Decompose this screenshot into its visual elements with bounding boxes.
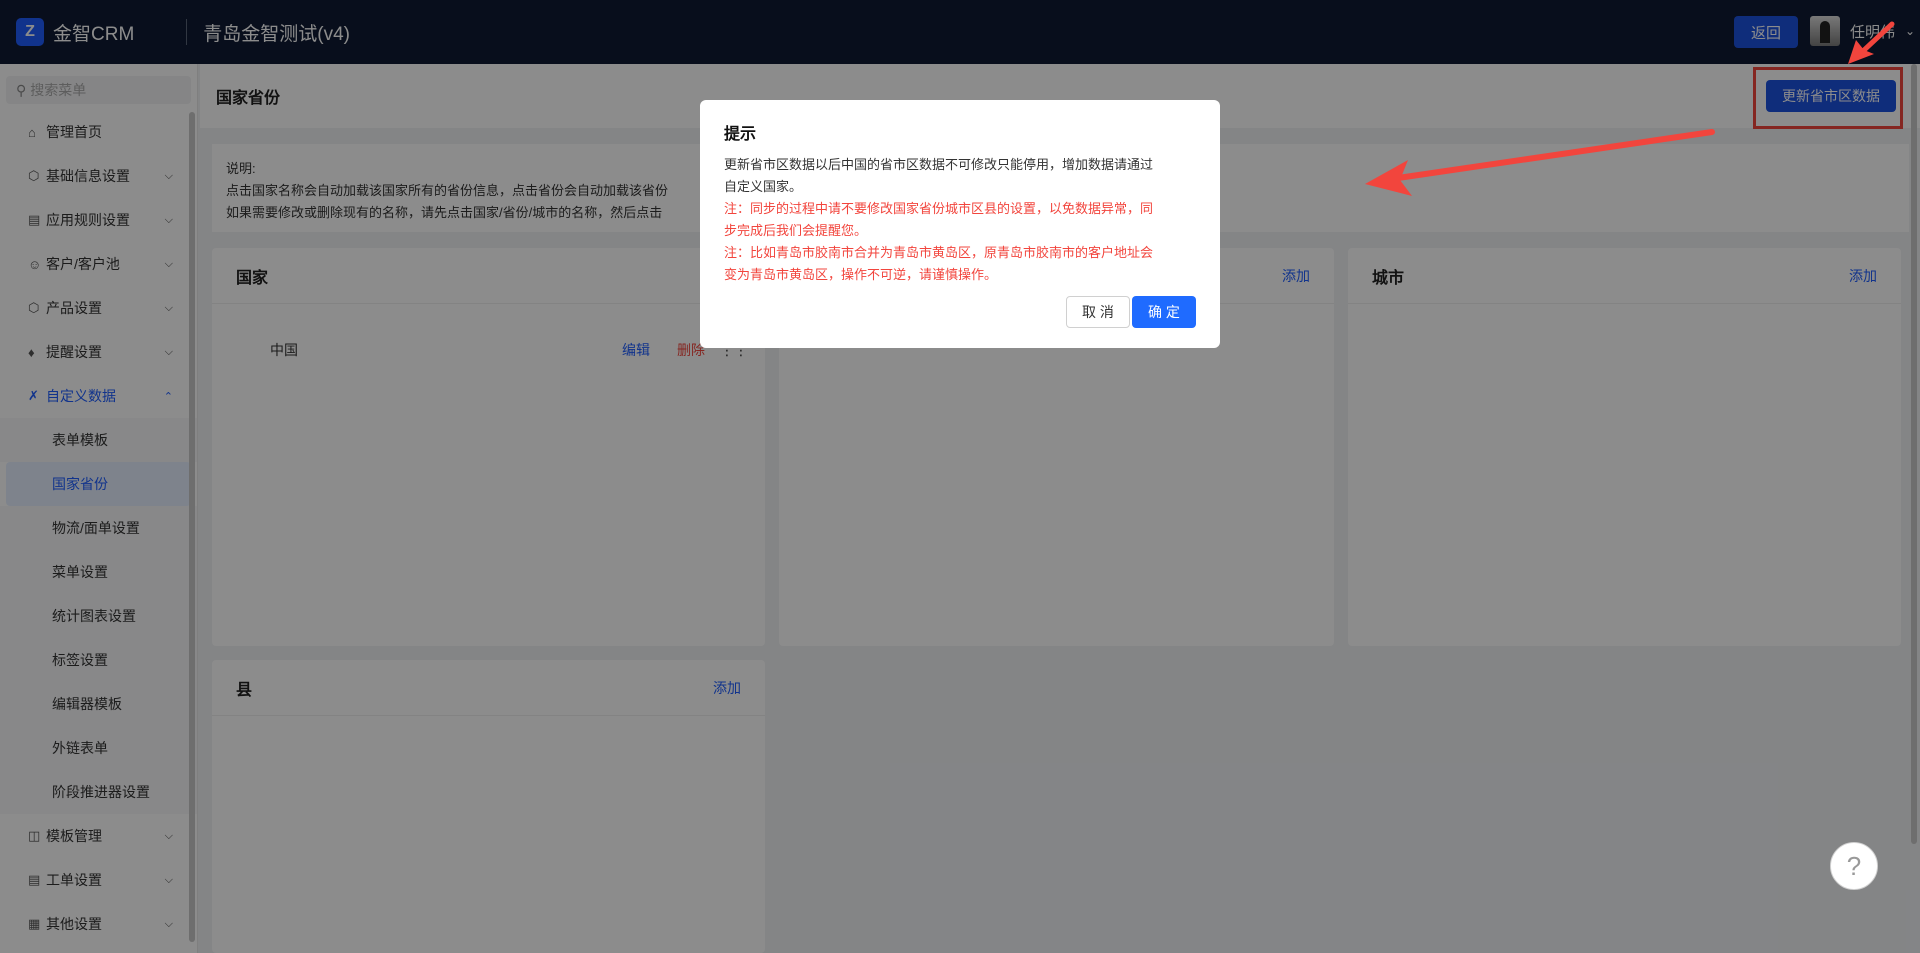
confirm-button[interactable]: 确 定 (1132, 296, 1196, 328)
cancel-button[interactable]: 取 消 (1066, 296, 1130, 328)
dialog-warning: 步完成后我们会提醒您。 (724, 223, 868, 238)
dialog-buttons: 取 消 确 定 (1066, 296, 1196, 328)
dialog-text: 自定义国家。 (724, 179, 803, 194)
dialog-title: 提示 (724, 126, 757, 143)
dialog-warning: 变为青岛市黄岛区，操作不可逆，请谨慎操作。 (724, 267, 998, 282)
confirm-dialog: 提示 更新省市区数据以后中国的省市区数据不可修改只能停用，增加数据请通过 自定义… (700, 100, 1220, 348)
dialog-text: 更新省市区数据以后中国的省市区数据不可修改只能停用，增加数据请通过 (724, 157, 1154, 172)
help-icon[interactable]: ? (1830, 842, 1878, 890)
dialog-warning: 注：比如青岛市胶南市合并为青岛市黄岛区，原青岛市胶南市的客户地址会 (724, 245, 1154, 260)
dialog-warning: 注：同步的过程中请不要修改国家省份城市区县的设置，以免数据异常，同 (724, 201, 1154, 216)
